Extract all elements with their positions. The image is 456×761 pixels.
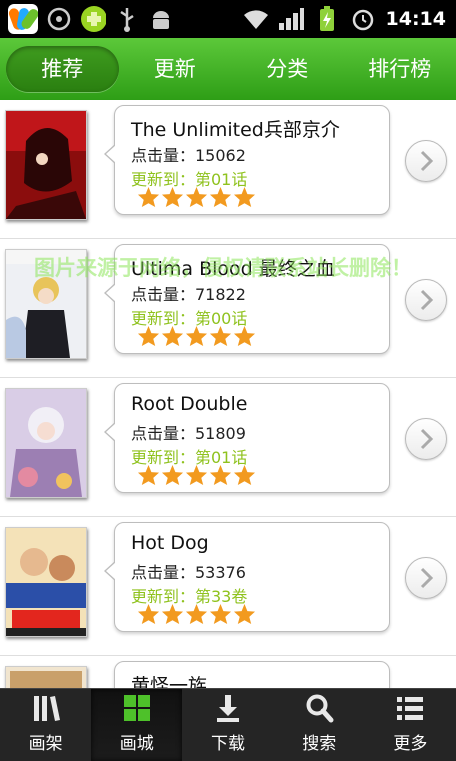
bookshelf-icon bbox=[31, 693, 61, 723]
star-icon bbox=[137, 603, 160, 625]
nav-label: 搜索 bbox=[302, 729, 336, 754]
list-item[interactable]: 黄怪一族 bbox=[0, 656, 456, 688]
wifi-icon bbox=[242, 6, 268, 32]
comic-click-count: 点击量：51809 bbox=[131, 420, 246, 444]
star-icon bbox=[185, 325, 208, 347]
nav-download[interactable]: 下载 bbox=[182, 689, 273, 761]
download-icon bbox=[213, 693, 243, 723]
tab-recommend[interactable]: 推荐 bbox=[6, 46, 119, 92]
search-icon bbox=[304, 693, 334, 723]
android-debug-icon bbox=[148, 6, 174, 32]
list-item[interactable]: Ultima Blood 最终之血 点击量：71822 更新到：第00话 bbox=[0, 239, 456, 378]
chevron-right-icon bbox=[417, 428, 435, 450]
star-icon bbox=[137, 186, 160, 208]
rating-stars bbox=[137, 186, 256, 208]
star-icon bbox=[137, 464, 160, 486]
top-tab-bar: 推荐 更新 分类 排行榜 bbox=[0, 38, 456, 100]
star-icon bbox=[161, 464, 184, 486]
comic-info-card: The Unlimited兵部京介 点击量：15062 更新到：第01话 bbox=[114, 105, 390, 215]
tab-rankings[interactable]: 排行榜 bbox=[344, 46, 456, 92]
star-icon bbox=[185, 186, 208, 208]
chevron-right-icon bbox=[417, 289, 435, 311]
open-detail-button[interactable] bbox=[405, 279, 447, 321]
plus-badge-icon bbox=[80, 6, 106, 32]
nav-comic-city[interactable]: 画城 bbox=[91, 689, 182, 761]
star-icon bbox=[137, 325, 160, 347]
bottom-nav: 画架 画城 下载 搜索 更多 bbox=[0, 688, 456, 761]
status-bar: 14:14 bbox=[0, 0, 456, 38]
voicemail-icon bbox=[46, 6, 72, 32]
list-item[interactable]: Root Double 点击量：51809 更新到：第01话 bbox=[0, 378, 456, 517]
star-icon bbox=[185, 603, 208, 625]
app-store-icon bbox=[8, 4, 38, 34]
comic-cover-image bbox=[5, 110, 87, 220]
star-icon bbox=[209, 325, 232, 347]
comic-title: Hot Dog bbox=[131, 532, 209, 554]
comic-list: The Unlimited兵部京介 点击量：15062 更新到：第01话 bbox=[0, 100, 456, 688]
comic-title: Ultima Blood 最终之血 bbox=[131, 254, 335, 281]
comic-cover-image bbox=[5, 666, 87, 688]
star-icon bbox=[161, 325, 184, 347]
nav-label: 画城 bbox=[120, 729, 154, 754]
list-menu-icon bbox=[395, 693, 425, 723]
open-detail-button[interactable] bbox=[405, 140, 447, 182]
usb-icon bbox=[114, 6, 140, 32]
star-icon bbox=[209, 186, 232, 208]
star-icon bbox=[209, 603, 232, 625]
chevron-right-icon bbox=[417, 150, 435, 172]
star-icon bbox=[233, 603, 256, 625]
open-detail-button[interactable] bbox=[405, 557, 447, 599]
comic-click-count: 点击量：71822 bbox=[131, 281, 246, 305]
comic-cover-image bbox=[5, 388, 87, 498]
comic-info-card: Ultima Blood 最终之血 点击量：71822 更新到：第00话 bbox=[114, 244, 390, 354]
comic-info-card: 黄怪一族 bbox=[114, 661, 390, 688]
list-item[interactable]: Hot Dog 点击量：53376 更新到：第33卷 bbox=[0, 517, 456, 656]
tab-updates[interactable]: 更新 bbox=[119, 46, 232, 92]
nav-label: 更多 bbox=[393, 729, 427, 754]
list-item[interactable]: The Unlimited兵部京介 点击量：15062 更新到：第01话 bbox=[0, 100, 456, 239]
chevron-right-icon bbox=[417, 567, 435, 589]
star-icon bbox=[209, 464, 232, 486]
comic-cover-image bbox=[5, 527, 87, 637]
battery-charging-icon bbox=[314, 6, 340, 32]
alarm-icon bbox=[350, 6, 376, 32]
comic-info-card: Root Double 点击量：51809 更新到：第01话 bbox=[114, 383, 390, 493]
star-icon bbox=[161, 603, 184, 625]
open-detail-button[interactable] bbox=[405, 418, 447, 460]
star-icon bbox=[233, 186, 256, 208]
comic-click-count: 点击量：53376 bbox=[131, 559, 246, 583]
comic-title: The Unlimited兵部京介 bbox=[131, 115, 340, 142]
rating-stars bbox=[137, 464, 256, 486]
comic-info-card: Hot Dog 点击量：53376 更新到：第33卷 bbox=[114, 522, 390, 632]
rating-stars bbox=[137, 325, 256, 347]
star-icon bbox=[185, 464, 208, 486]
tab-categories[interactable]: 分类 bbox=[231, 46, 344, 92]
status-time: 14:14 bbox=[386, 8, 446, 30]
nav-bookshelf[interactable]: 画架 bbox=[0, 689, 91, 761]
star-icon bbox=[233, 325, 256, 347]
signal-icon bbox=[278, 6, 304, 32]
nav-label: 画架 bbox=[29, 729, 63, 754]
nav-more[interactable]: 更多 bbox=[365, 689, 456, 761]
comic-title: Root Double bbox=[131, 393, 247, 415]
comic-cover-image bbox=[5, 249, 87, 359]
star-icon bbox=[161, 186, 184, 208]
star-icon bbox=[233, 464, 256, 486]
grid-icon bbox=[122, 693, 152, 723]
nav-search[interactable]: 搜索 bbox=[274, 689, 365, 761]
rating-stars bbox=[137, 603, 256, 625]
nav-label: 下载 bbox=[211, 729, 245, 754]
comic-title: 黄怪一族 bbox=[131, 671, 207, 688]
comic-click-count: 点击量：15062 bbox=[131, 142, 246, 166]
